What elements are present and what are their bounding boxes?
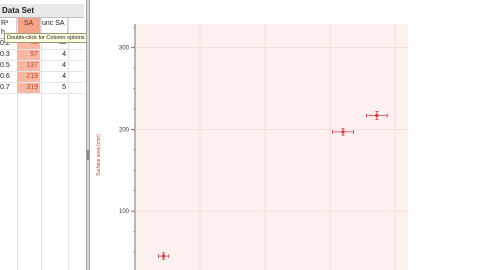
- cell-sa[interactable]: 319: [17, 83, 40, 93]
- column-header-r2-label: R²: [1, 20, 9, 27]
- splitter-grip-handle[interactable]: [87, 150, 89, 160]
- data-table-panel: Data Set R² h SA unc SA 0.2 — — 0.3 57 4…: [0, 0, 87, 270]
- y-axis-title: Surface area (cm²): [96, 134, 102, 176]
- cell-sa[interactable]: 137: [17, 61, 40, 71]
- table-rows: 0.2 — — 0.3 57 4 0.5 137 4 0.6 219 4 0.7…: [0, 39, 84, 94]
- scatter-graph[interactable]: 100 200 300 Surface area (cm²): [90, 0, 480, 270]
- cell-unc-sa[interactable]: 4: [41, 61, 68, 71]
- cell-r2[interactable]: 0.5: [0, 61, 11, 71]
- table-row[interactable]: 0.3 57 4: [0, 50, 84, 61]
- cell-sa[interactable]: 57: [17, 50, 40, 60]
- data-point: [162, 254, 166, 258]
- table-row[interactable]: 0.5 137 4: [0, 61, 84, 72]
- table-row[interactable]: 0.7 319 5: [0, 83, 84, 94]
- cell-unc-sa[interactable]: 5: [41, 83, 68, 93]
- cell-r2[interactable]: 0.3: [0, 50, 11, 60]
- cell-unc-sa[interactable]: 4: [41, 50, 68, 60]
- cell-unc-sa[interactable]: 4: [41, 72, 68, 82]
- column-options-tooltip: Double-click for Column options: [4, 33, 86, 43]
- y-tick-label: 200: [119, 127, 130, 133]
- plot-area: [135, 24, 408, 270]
- y-tick-label: 100: [119, 209, 130, 215]
- y-tick-label: 300: [119, 46, 130, 52]
- graph-panel[interactable]: 100 200 300 Surface area (cm²): [90, 0, 480, 270]
- column-header-unc-sa-label: unc SA: [42, 20, 65, 27]
- cell-r2[interactable]: 0.7: [0, 83, 11, 93]
- cell-sa[interactable]: 219: [17, 72, 40, 82]
- data-point: [375, 114, 379, 118]
- column-header-sa-label: SA: [23, 20, 34, 27]
- data-set-title: Data Set: [0, 4, 84, 18]
- data-point: [341, 130, 345, 134]
- cell-r2[interactable]: 0.6: [0, 72, 11, 82]
- table-row[interactable]: 0.6 219 4: [0, 72, 84, 83]
